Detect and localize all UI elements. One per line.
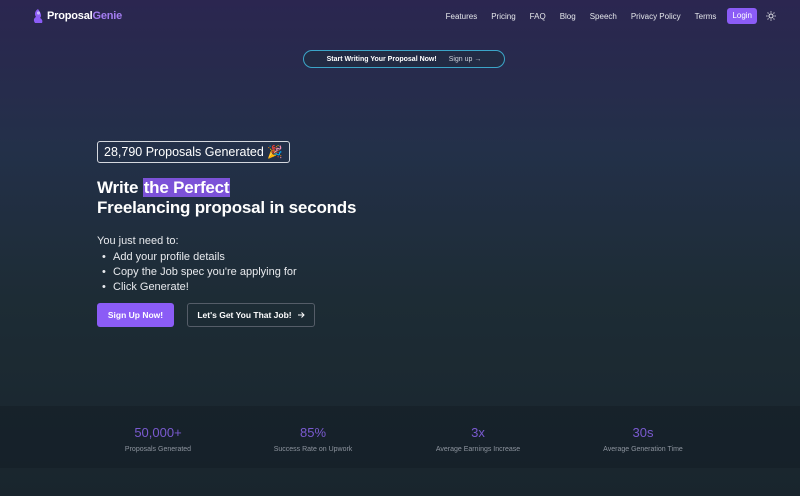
step-item: Copy the Job spec you're applying for: [102, 265, 297, 280]
arrow-right-icon: [297, 312, 305, 318]
nav-link-faq[interactable]: FAQ: [530, 12, 546, 21]
announcement-banner[interactable]: Start Writing Your Proposal Now! Sign up…: [303, 50, 505, 68]
theme-toggle-button[interactable]: [766, 11, 776, 21]
stat-earnings: 3x Average Earnings Increase: [398, 425, 558, 454]
hero-title: Write the Perfect Freelancing proposal i…: [97, 178, 356, 218]
stat-label: Proposals Generated: [124, 446, 192, 453]
stat-proposals: 50,000+ Proposals Generated: [78, 425, 238, 454]
stat-success-rate: 85% Success Rate on Upwork: [233, 425, 393, 454]
announcement-text: Start Writing Your Proposal Now!: [326, 55, 437, 63]
step-item: Click Generate!: [102, 280, 297, 295]
hero-title-highlight: the Perfect: [142, 178, 231, 197]
genie-lamp-icon: [33, 9, 43, 23]
hero-intro: You just need to:: [97, 235, 179, 247]
sun-icon: [766, 11, 776, 21]
get-job-button-label: Let's Get You That Job!: [197, 310, 292, 320]
nav-link-pricing[interactable]: Pricing: [491, 12, 515, 21]
get-job-button[interactable]: Let's Get You That Job!: [187, 303, 315, 327]
announcement-signup-link[interactable]: Sign up →: [449, 56, 482, 63]
hero-title-line2: Freelancing proposal in seconds: [97, 198, 357, 217]
nav-link-privacy-policy[interactable]: Privacy Policy: [631, 12, 681, 21]
stat-generation-time: 30s Average Generation Time: [563, 425, 723, 454]
top-nav: ProposalGenie Features Pricing FAQ Blog …: [0, 0, 800, 32]
stat-value: 3x: [471, 425, 485, 440]
step-item: Add your profile details: [102, 250, 297, 265]
stat-label: Average Generation Time: [603, 446, 683, 453]
brand-name-part1: Proposal: [47, 10, 93, 22]
hero-title-prefix: Write: [97, 178, 143, 197]
stat-label: Average Earnings Increase: [435, 446, 521, 453]
proposals-counter-badge: 28,790 Proposals Generated 🎉: [97, 141, 290, 163]
nav-link-terms[interactable]: Terms: [695, 12, 717, 21]
brand-name-part2: Genie: [92, 10, 123, 22]
nav-link-speech[interactable]: Speech: [590, 12, 617, 21]
nav-link-features[interactable]: Features: [446, 12, 478, 21]
login-button[interactable]: Login: [727, 8, 757, 24]
nav-links: Features Pricing FAQ Blog Speech Privacy…: [432, 8, 776, 24]
stat-label: Success Rate on Upwork: [273, 446, 353, 453]
brand-name: ProposalGenie: [47, 10, 122, 22]
stat-value: 85%: [299, 425, 327, 440]
stat-value: 30s: [632, 425, 654, 440]
brand-logo[interactable]: ProposalGenie: [32, 8, 122, 24]
sign-up-now-button[interactable]: Sign Up Now!: [97, 303, 174, 327]
nav-link-blog[interactable]: Blog: [560, 12, 576, 21]
stat-value: 50,000+: [134, 425, 182, 440]
steps-list: Add your profile details Copy the Job sp…: [102, 250, 297, 295]
